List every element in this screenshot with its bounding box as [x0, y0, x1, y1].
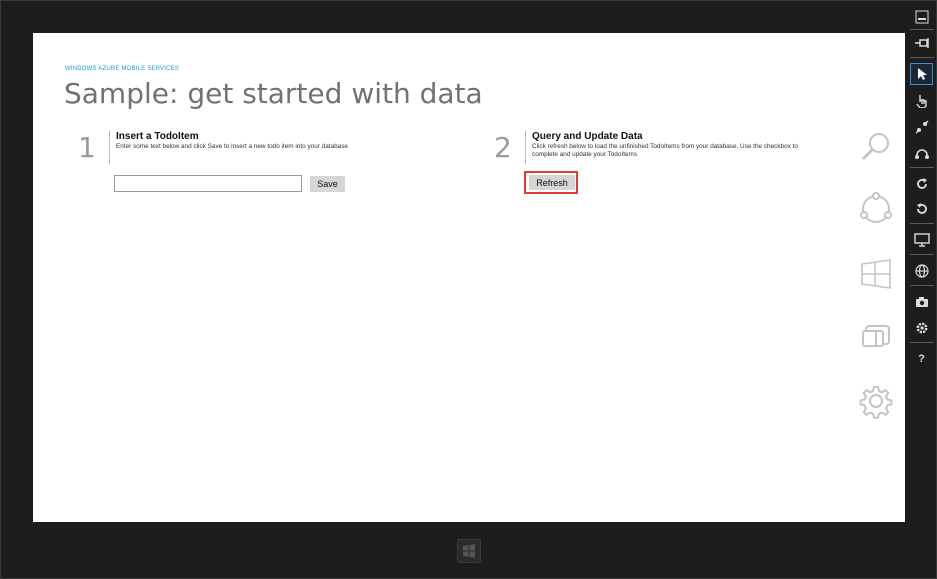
toolbar-divider: [910, 285, 934, 286]
step-2-description: Click refresh below to load the unfinish…: [532, 143, 798, 159]
devices-icon[interactable]: [857, 318, 895, 356]
pinch-zoom-icon[interactable]: [910, 116, 933, 138]
pin-icon[interactable]: [910, 32, 933, 54]
rotate-counterclockwise-icon[interactable]: [910, 198, 933, 220]
page-title: Sample: get started with data: [64, 77, 483, 110]
save-button[interactable]: Save: [310, 176, 345, 192]
app-screen: WINDOWS AZURE MOBILE SERVICES Sample: ge…: [33, 33, 905, 522]
rotate-clockwise-icon[interactable]: [910, 173, 933, 195]
toolbar-divider: [910, 167, 934, 168]
step-1-description: Enter some text below and click Save to …: [116, 143, 348, 150]
step-1-number: 1: [78, 131, 96, 164]
mouse-mode-icon[interactable]: [910, 63, 933, 85]
toolbar-divider: [910, 223, 934, 224]
app-brand: WINDOWS AZURE MOBILE SERVICES: [65, 66, 180, 72]
start-icon[interactable]: [857, 255, 895, 293]
step-1-heading: Insert a TodoItem: [116, 131, 199, 142]
refresh-button[interactable]: Refresh: [529, 175, 575, 190]
help-glyph: ?: [918, 353, 925, 365]
minimize-icon[interactable]: [910, 6, 933, 28]
screenshot-settings-icon[interactable]: [910, 317, 933, 339]
share-icon[interactable]: [857, 190, 895, 228]
help-icon[interactable]: ?: [910, 348, 933, 370]
step-2-divider: [525, 131, 526, 164]
touch-mode-icon[interactable]: [910, 90, 933, 112]
step-2-description-line-1: Click refresh below to load the unfinish…: [532, 143, 798, 150]
set-location-icon[interactable]: [910, 260, 933, 282]
toolbar-divider: [910, 29, 934, 30]
toolbar-divider: [910, 342, 934, 343]
todo-text-input[interactable]: [114, 175, 302, 192]
toolbar-divider: [910, 57, 934, 58]
settings-icon[interactable]: [857, 382, 895, 420]
change-resolution-icon[interactable]: [910, 229, 933, 251]
search-icon[interactable]: [857, 128, 895, 166]
screenshot-icon[interactable]: [910, 291, 933, 313]
windows-button[interactable]: [457, 539, 481, 563]
step-2-number: 2: [494, 131, 512, 164]
step-2-description-line-2: complete and update your TodoItems: [532, 151, 638, 158]
rotation-gesture-icon[interactable]: [910, 142, 933, 164]
toolbar-divider: [910, 254, 934, 255]
step-1-divider: [109, 131, 110, 164]
step-2-heading: Query and Update Data: [532, 131, 643, 142]
